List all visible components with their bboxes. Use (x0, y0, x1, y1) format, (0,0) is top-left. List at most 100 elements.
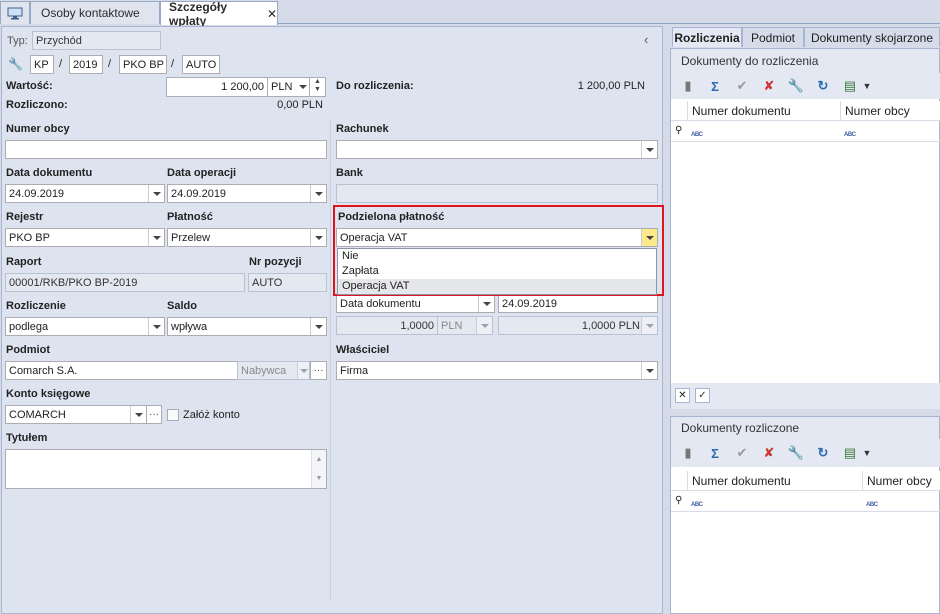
export-icon[interactable]: ▤ (839, 443, 861, 463)
chevron-down-icon[interactable] (148, 185, 164, 202)
rachunek-select[interactable] (336, 140, 658, 159)
rozliczenie-label: Rozliczenie (6, 300, 66, 312)
wartosc-input[interactable]: 1 200,00 (166, 77, 268, 97)
chevron-down-icon[interactable] (641, 141, 657, 158)
chevron-down-icon[interactable] (641, 362, 657, 379)
chevron-down-icon[interactable] (478, 295, 494, 312)
textarea-scrollbar[interactable]: ▲ ▼ (311, 450, 326, 488)
more-button[interactable]: ··· (146, 405, 162, 424)
tytulem-textarea[interactable]: ▲ ▼ (5, 449, 327, 489)
doc-year-field[interactable]: 2019 (69, 55, 103, 74)
col-numer-dokumentu[interactable]: Numer dokumentu (687, 471, 862, 491)
checkbox-icon[interactable]: ✓ (695, 388, 710, 403)
collapse-chevron-icon[interactable]: ‹ (644, 32, 648, 47)
column-label: Numer dokumentu (692, 103, 791, 118)
tab-contacts[interactable]: Osoby kontaktowe (30, 1, 160, 24)
abc-filter-icon[interactable]: ABC (691, 127, 703, 139)
export-icon[interactable]: ▤ (839, 76, 861, 96)
zaloz-konto-label: Załóż konto (183, 409, 240, 421)
abc-filter-icon[interactable]: ABC (691, 497, 703, 509)
more-button[interactable]: ··· (310, 361, 327, 380)
col-numer-obcy[interactable]: Numer obcy (862, 471, 940, 491)
podmiot-input[interactable]: Comarch S.A. (5, 361, 238, 380)
separator: / (59, 58, 63, 70)
close-filter-icon[interactable]: ✕ (675, 388, 690, 403)
numer-obcy-input[interactable] (5, 140, 327, 159)
kurs-type-select[interactable]: Data dokumentu (336, 294, 495, 313)
kurs-currency-value: PLN (441, 319, 463, 332)
refresh-icon[interactable]: ↻ (812, 443, 834, 463)
cancel-icon[interactable]: ✘ (758, 76, 780, 96)
data-operacji-value: 24.09.2019 (171, 187, 227, 200)
chevron-down-icon (476, 317, 492, 334)
chevron-down-icon[interactable] (310, 229, 326, 246)
col-numer-dokumentu[interactable]: Numer dokumentu (687, 101, 840, 121)
doc-year: 2019 (73, 58, 98, 71)
wlasciciel-value: Firma (340, 364, 369, 377)
sum-icon[interactable]: Σ (704, 76, 726, 96)
dropdown-option-selected[interactable]: Operacja VAT (338, 279, 656, 294)
wrench-icon[interactable]: 🔧 (785, 443, 807, 463)
chevron-down-icon[interactable] (148, 229, 164, 246)
numer-obcy-label: Numer obcy (6, 123, 70, 135)
platnosc-label: Płatność (167, 211, 213, 223)
document-icon[interactable]: ▮ (677, 443, 699, 463)
dropdown-option[interactable]: Zapłata (338, 264, 656, 279)
chevron-down-icon[interactable]: ▼ (861, 443, 873, 463)
check-icon[interactable]: ✔ (731, 443, 753, 463)
tab-dokumenty-skojarzone[interactable]: Dokumenty skojarzone (804, 27, 940, 47)
do-rozliczenia-label: Do rozliczenia: (336, 80, 414, 92)
chevron-down-icon[interactable] (148, 318, 164, 335)
chevron-down-icon[interactable] (297, 362, 309, 379)
wrench-icon[interactable]: 🔧 (785, 76, 807, 96)
chevron-down-icon[interactable] (310, 185, 326, 202)
saldo-select[interactable]: wpływa (167, 317, 327, 336)
rejestr-select[interactable]: PKO BP (5, 228, 165, 247)
monitor-icon[interactable] (0, 1, 30, 24)
chevron-down-icon[interactable] (310, 318, 326, 335)
tab-podmiot[interactable]: Podmiot (742, 27, 804, 47)
chevron-down-icon[interactable] (130, 406, 146, 423)
do-rozliczenia-value: 1 200,00 PLN (577, 80, 645, 92)
tab-payment-details[interactable]: Szczegóły wpłaty ✕ (160, 0, 278, 28)
podzielona-select[interactable]: Operacja VAT (336, 228, 658, 247)
data-dokumentu-field[interactable]: 24.09.2019 (5, 184, 165, 203)
data-operacji-field[interactable]: 24.09.2019 (167, 184, 327, 203)
col-numer-obcy[interactable]: Numer obcy (840, 101, 940, 121)
wrench-icon[interactable]: 🔧 (8, 57, 23, 71)
platnosc-select[interactable]: Przelew (167, 228, 327, 247)
tab-rozliczenia[interactable]: Rozliczenia (672, 27, 742, 47)
rozliczenie-select[interactable]: podlega (5, 317, 165, 336)
doc-auto-field[interactable]: AUTO (182, 55, 220, 74)
sum-icon[interactable]: Σ (704, 443, 726, 463)
doc-register-field[interactable]: PKO BP (119, 55, 167, 74)
document-icon[interactable]: ▮ (677, 76, 699, 96)
chevron-down-icon[interactable] (297, 78, 309, 96)
close-icon[interactable]: ✕ (267, 7, 277, 21)
refresh-icon[interactable]: ↻ (812, 76, 834, 96)
zaloz-konto-checkbox[interactable] (167, 409, 179, 421)
konto-select[interactable]: COMARCH (5, 405, 147, 424)
abc-filter-icon[interactable]: ABC (844, 127, 856, 139)
dropdown-option[interactable]: Nie (338, 249, 656, 264)
row-indicator-header (671, 101, 687, 121)
currency-select[interactable]: PLN (267, 77, 310, 97)
tab-label: Szczegóły wpłaty (169, 0, 228, 28)
check-icon[interactable]: ✔ (731, 76, 753, 96)
nr-pozycji-field: AUTO (248, 273, 327, 292)
chevron-down-icon[interactable] (641, 229, 657, 246)
podmiot-role-select[interactable]: Nabywca (237, 361, 310, 380)
value-spinner[interactable]: ▲ ▼ (309, 77, 326, 97)
chevron-down-icon[interactable]: ▼ (861, 76, 873, 96)
wartosc-value: 1 200,00 (221, 81, 264, 93)
abc-filter-icon[interactable]: ABC (866, 497, 878, 509)
rozliczono-label: Rozliczono: (6, 99, 68, 111)
wlasciciel-select[interactable]: Firma (336, 361, 658, 380)
data-dokumentu-value: 24.09.2019 (9, 187, 65, 200)
toolbar: ▮ Σ ✔ ✘ 🔧 ↻ ▤ ▼ (671, 439, 940, 467)
cancel-icon[interactable]: ✘ (758, 443, 780, 463)
doc-prefix-field[interactable]: KP (30, 55, 54, 74)
dokumenty-do-rozliczenia-group: Dokumenty do rozliczenia ▮ Σ ✔ ✘ 🔧 ↻ ▤ ▼… (670, 48, 940, 409)
kurs-date-field[interactable]: 24.09.2019 (498, 294, 658, 313)
rejestr-value: PKO BP (9, 231, 50, 244)
